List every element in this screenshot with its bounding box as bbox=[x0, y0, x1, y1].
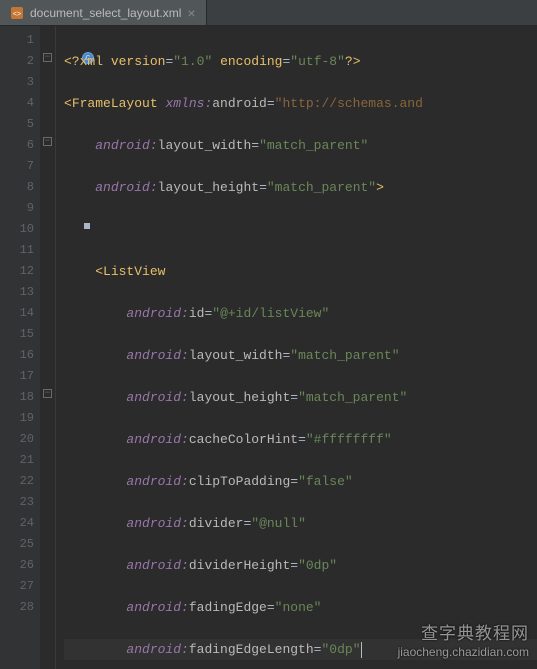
line-number: 16 bbox=[0, 345, 34, 366]
line-number: 5 bbox=[0, 114, 34, 135]
code-line: <?xml version="1.0" encoding="utf-8"?> bbox=[64, 51, 537, 72]
line-number: 2 bbox=[0, 51, 34, 72]
line-number: 22 bbox=[0, 471, 34, 492]
line-number: 17 bbox=[0, 366, 34, 387]
file-tab[interactable]: <> document_select_layout.xml × bbox=[0, 0, 207, 25]
code-line: android:layout_height="match_parent" bbox=[64, 387, 537, 408]
line-number: 21 bbox=[0, 450, 34, 471]
xml-file-icon: <> bbox=[10, 6, 24, 20]
line-number: 4 bbox=[0, 93, 34, 114]
line-number: 1 bbox=[0, 30, 34, 51]
line-number: 15 bbox=[0, 324, 34, 345]
line-gutter: 1234567891011121314151617181920212223242… bbox=[0, 26, 40, 669]
code-line: android:id="@+id/listView" bbox=[64, 303, 537, 324]
close-icon[interactable]: × bbox=[187, 6, 195, 20]
line-number: 27 bbox=[0, 576, 34, 597]
code-line: android:layout_width="match_parent" bbox=[64, 135, 537, 156]
line-number: 6 bbox=[0, 135, 34, 156]
code-line: android:dividerHeight="0dp" bbox=[64, 555, 537, 576]
line-number: 3 bbox=[0, 72, 34, 93]
line-number: 28 bbox=[0, 597, 34, 618]
code-line bbox=[64, 219, 537, 240]
code-line: android:divider="@null" bbox=[64, 513, 537, 534]
line-number: 13 bbox=[0, 282, 34, 303]
line-number: 10 bbox=[0, 219, 34, 240]
line-number: 8 bbox=[0, 177, 34, 198]
line-number: 24 bbox=[0, 513, 34, 534]
tab-filename: document_select_layout.xml bbox=[30, 6, 181, 20]
svg-text:<>: <> bbox=[13, 11, 21, 18]
code-line: android:layout_width="match_parent" bbox=[64, 345, 537, 366]
line-number: 11 bbox=[0, 240, 34, 261]
code-line: android:layout_height="match_parent"> bbox=[64, 177, 537, 198]
line-number: 20 bbox=[0, 429, 34, 450]
code-area[interactable]: <?xml version="1.0" encoding="utf-8"?> <… bbox=[40, 26, 537, 669]
line-number: 7 bbox=[0, 156, 34, 177]
code-line: <FrameLayout xmlns:android="http://schem… bbox=[64, 93, 537, 114]
code-line: android:clipToPadding="false" bbox=[64, 471, 537, 492]
line-number: 23 bbox=[0, 492, 34, 513]
code-line: android:fadingEdge="none" bbox=[64, 597, 537, 618]
code-line: android:cacheColorHint="#ffffffff" bbox=[64, 429, 537, 450]
line-number: 12 bbox=[0, 261, 34, 282]
code-line-current: android:fadingEdgeLength="0dp" bbox=[64, 639, 537, 660]
tab-bar: <> document_select_layout.xml × bbox=[0, 0, 537, 26]
line-number: 26 bbox=[0, 555, 34, 576]
line-number: 25 bbox=[0, 534, 34, 555]
line-number: 9 bbox=[0, 198, 34, 219]
line-number: 14 bbox=[0, 303, 34, 324]
editor-pane: 1234567891011121314151617181920212223242… bbox=[0, 26, 537, 669]
line-number: 18 bbox=[0, 387, 34, 408]
text-caret bbox=[361, 642, 362, 658]
line-number: 19 bbox=[0, 408, 34, 429]
code-line: <ListView bbox=[64, 261, 537, 282]
